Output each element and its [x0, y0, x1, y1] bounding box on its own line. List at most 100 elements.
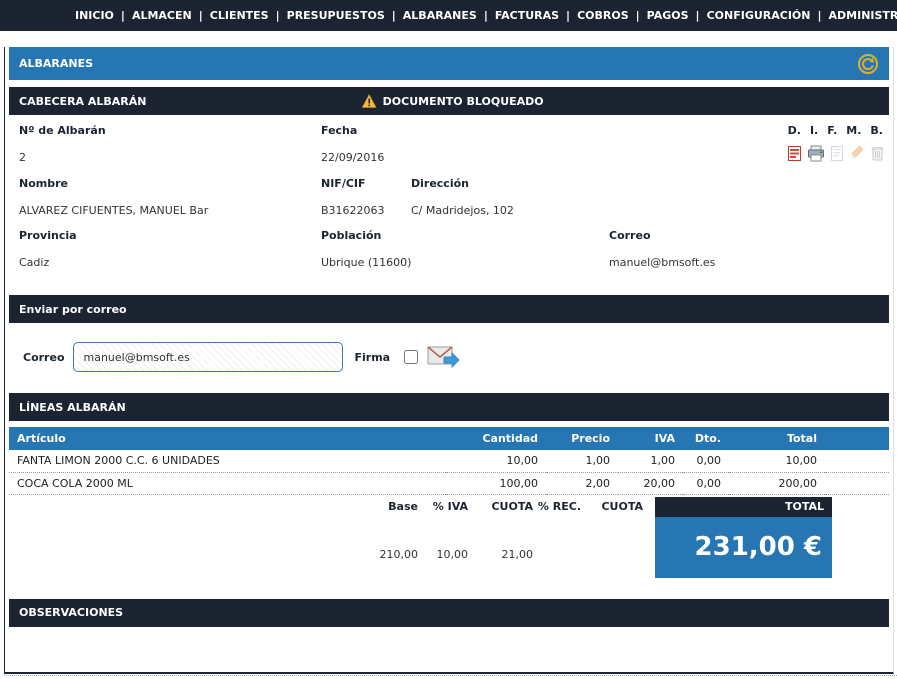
top-nav: INICIO | ALMACEN | CLIENTES | PRESUPUEST…: [0, 0, 897, 31]
cell-total: 10,00: [729, 450, 825, 472]
table-row[interactable]: COCA COLA 2000 ML 100,00 2,00 20,00 0,00…: [9, 472, 889, 494]
doc-action-letters: D. I. F. M. B.: [788, 124, 883, 137]
lines-table: Artículo Cantidad Precio IVA Dto. Total …: [9, 427, 889, 495]
nav-separator: |: [696, 9, 700, 22]
nombre-label: Nombre: [19, 177, 68, 190]
poblacion-label: Población: [321, 229, 381, 242]
poblacion-value: Ubrique (11600): [321, 256, 411, 269]
page-title: ALBARANES: [19, 57, 93, 70]
observaciones-bar: OBSERVACIONES: [9, 599, 889, 627]
nav-separator: |: [817, 9, 821, 22]
cell-total: 200,00: [729, 472, 825, 494]
direccion-value: C/ Madridejos, 102: [411, 204, 514, 217]
locked-notice: DOCUMENTO BLOQUEADO: [362, 94, 544, 108]
cell-articulo: FANTA LIMON 2000 C.C. 6 UNIDADES: [9, 450, 446, 472]
nav-item-clientes[interactable]: CLIENTES: [210, 9, 269, 22]
action-letter-d: D.: [788, 124, 801, 137]
totals-header-rec: % REC.: [533, 497, 581, 517]
email-input[interactable]: [73, 342, 343, 372]
totals-grid: Base % IVA CUOTA % REC. CUOTA 210,00 10,…: [9, 497, 655, 578]
lineas-title: LÍNEAS ALBARÁN: [19, 401, 126, 414]
nav-item-cobros[interactable]: COBROS: [577, 9, 629, 22]
totals-value-iva: 10,00: [418, 534, 468, 578]
provincia-value: Cadiz: [19, 256, 49, 269]
back-undo-icon[interactable]: [857, 53, 879, 75]
nav-separator: |: [484, 9, 488, 22]
nav-separator: |: [392, 9, 396, 22]
col-dto: Dto.: [683, 427, 729, 450]
nav-separator: |: [121, 9, 125, 22]
nav-separator: |: [566, 9, 570, 22]
col-precio: Precio: [546, 427, 618, 450]
correo-value: manuel@bmsoft.es: [609, 256, 715, 269]
col-spacer: [825, 427, 889, 450]
col-cantidad: Cantidad: [446, 427, 546, 450]
cabecera-bar: CABECERA ALBARÁN DOCUMENTO BLOQUEADO: [9, 87, 889, 115]
cabecera-title: CABECERA ALBARÁN: [19, 95, 147, 108]
nif-label: NIF/CIF: [321, 177, 366, 190]
grand-total-value: 231,00 €: [655, 517, 832, 578]
cell-iva: 1,00: [618, 450, 683, 472]
totals-header-base: Base: [333, 497, 418, 517]
col-articulo: Artículo: [9, 427, 446, 450]
nombre-value: ALVAREZ CIFUENTES, MANUEL Bar: [19, 204, 208, 217]
cell-dto: 0,00: [683, 472, 729, 494]
correo-label: Correo: [609, 229, 651, 242]
nav-item-presupuestos[interactable]: PRESUPUESTOS: [287, 9, 385, 22]
num-albaran-label: Nº de Albarán: [19, 124, 106, 137]
cell-iva: 20,00: [618, 472, 683, 494]
col-iva: IVA: [618, 427, 683, 450]
action-letter-b: B.: [870, 124, 883, 137]
cell-cantidad: 100,00: [446, 472, 546, 494]
cell-dto: 0,00: [683, 450, 729, 472]
warning-icon: [362, 94, 377, 108]
table-row[interactable]: FANTA LIMON 2000 C.C. 6 UNIDADES 10,00 1…: [9, 450, 889, 472]
totals-value-cuota: 21,00: [468, 534, 533, 578]
email-row: Correo Firma: [23, 337, 889, 377]
nav-separator: |: [199, 9, 203, 22]
fecha-value: 22/09/2016: [321, 151, 384, 164]
email-input-label: Correo: [23, 351, 65, 364]
nav-item-facturas[interactable]: FACTURAS: [495, 9, 559, 22]
nav-separator: |: [636, 9, 640, 22]
cell-articulo: COCA COLA 2000 ML: [9, 472, 446, 494]
enviar-correo-bar: Enviar por correo: [9, 295, 889, 323]
totals-header-iva: % IVA: [418, 497, 468, 517]
nav-item-administradores[interactable]: ADMINISTRADORES: [829, 9, 897, 22]
action-letter-i: I.: [810, 124, 818, 137]
lineas-bar: LÍNEAS ALBARÁN: [9, 393, 889, 421]
nav-item-pagos[interactable]: PAGOS: [647, 9, 689, 22]
bottom-divider: [4, 675, 897, 676]
provincia-label: Provincia: [19, 229, 77, 242]
nav-item-configuracion[interactable]: CONFIGURACIÓN: [707, 9, 811, 22]
totals-header-cuota2: CUOTA: [581, 497, 643, 517]
firma-label: Firma: [355, 351, 391, 364]
cell-cantidad: 10,00: [446, 450, 546, 472]
cell-precio: 2,00: [546, 472, 618, 494]
col-total: Total: [729, 427, 825, 450]
totals-section: Base % IVA CUOTA % REC. CUOTA 210,00 10,…: [9, 497, 889, 578]
send-email-icon[interactable]: [426, 344, 460, 370]
print-icon[interactable]: [807, 145, 825, 162]
locked-notice-text: DOCUMENTO BLOQUEADO: [383, 95, 544, 108]
nav-separator: |: [276, 9, 280, 22]
lines-header-row: Artículo Cantidad Precio IVA Dto. Total: [9, 427, 889, 450]
pdf-download-icon[interactable]: [786, 145, 803, 162]
invoice-doc-icon[interactable]: [829, 145, 845, 162]
direccion-label: Dirección: [411, 177, 469, 190]
firma-checkbox[interactable]: [404, 350, 418, 364]
page-frame: ALBARANES CABECERA ALBARÁN DOCUMENTO BLO…: [4, 47, 894, 674]
fecha-label: Fecha: [321, 124, 357, 137]
cabecera-form: Nº de Albarán Fecha D. I. F. M. B.: [9, 115, 889, 295]
nav-item-almacen[interactable]: ALMACEN: [132, 9, 192, 22]
nav-item-inicio[interactable]: INICIO: [75, 9, 114, 22]
nif-value: B31622063: [321, 204, 385, 217]
edit-pencil-icon[interactable]: [849, 145, 866, 162]
delete-trash-icon[interactable]: [870, 145, 885, 162]
nav-item-albaranes[interactable]: ALBARANES: [403, 9, 477, 22]
cell-precio: 1,00: [546, 450, 618, 472]
totals-value-cuota2: [581, 534, 643, 578]
observaciones-title: OBSERVACIONES: [19, 606, 123, 619]
action-letter-f: F.: [827, 124, 837, 137]
page-title-bar: ALBARANES: [9, 47, 889, 80]
